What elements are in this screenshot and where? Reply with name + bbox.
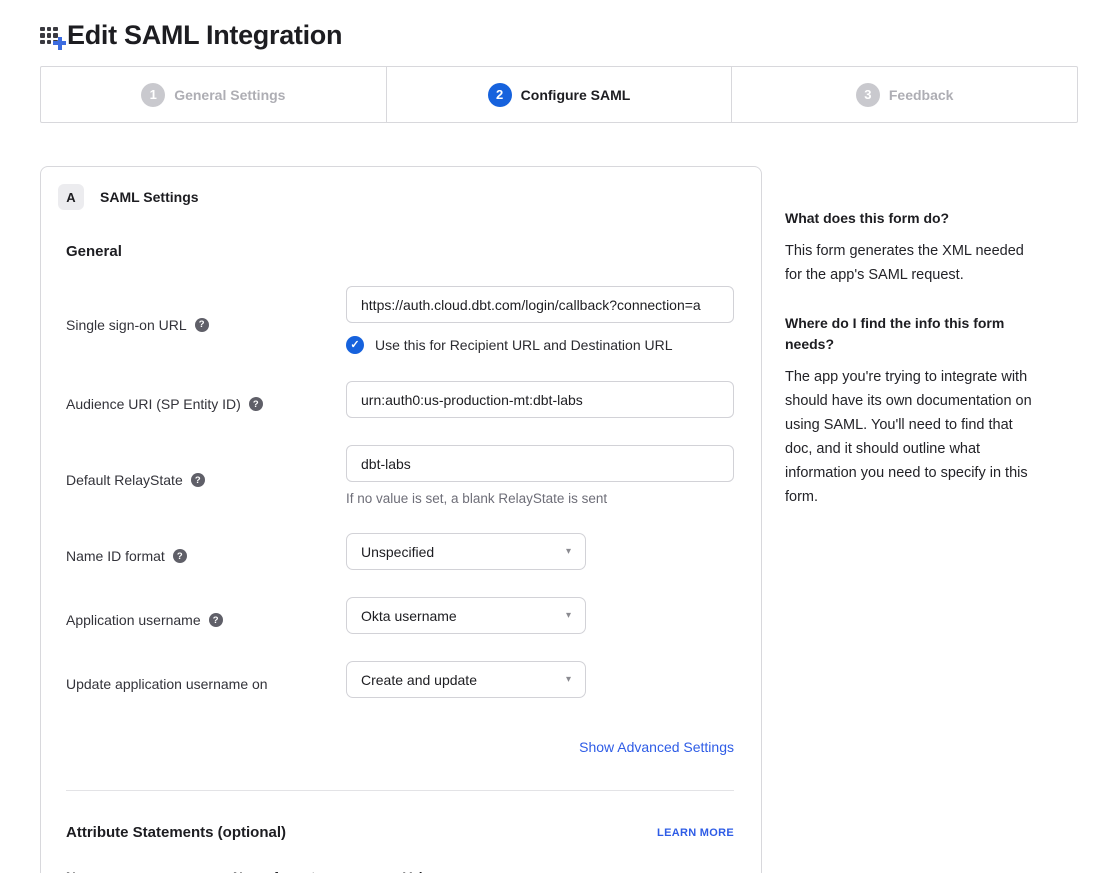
field-control-col: Unspecified ▾: [346, 533, 734, 570]
advanced-settings-row: Show Advanced Settings: [66, 739, 734, 757]
help-section-find-info: Where do I find the info this form needs…: [785, 313, 1041, 509]
help-icon[interactable]: ?: [249, 397, 263, 411]
step-configure-saml[interactable]: 2 Configure SAML: [386, 67, 732, 122]
name-id-format-label: Name ID format: [66, 548, 165, 564]
attribute-statements-header: Attribute Statements (optional) LEARN MO…: [66, 824, 734, 841]
chevron-down-icon: ▾: [566, 674, 571, 685]
wizard-steps: 1 General Settings 2 Configure SAML 3 Fe…: [40, 66, 1078, 123]
help-body: This form generates the XML needed for t…: [785, 239, 1041, 287]
section-title: SAML Settings: [100, 189, 199, 205]
attribute-statements-heading: Attribute Statements (optional): [66, 824, 286, 841]
field-row-audience-uri: Audience URI (SP Entity ID) ?: [66, 381, 734, 418]
step-1-label: General Settings: [174, 87, 285, 103]
field-control-col: ✓ Use this for Recipient URL and Destina…: [346, 286, 734, 354]
default-relay-state-input[interactable]: [346, 445, 734, 482]
field-control-col: Create and update ▾: [346, 661, 734, 698]
learn-more-link[interactable]: LEARN MORE: [657, 827, 734, 839]
single-sign-on-url-label: Single sign-on URL: [66, 317, 187, 333]
step-feedback[interactable]: 3 Feedback: [731, 67, 1077, 122]
default-relay-state-label: Default RelayState: [66, 472, 183, 488]
section-header: A SAML Settings: [58, 184, 734, 210]
field-row-default-relay-state: Default RelayState ? If no value is set,…: [66, 445, 734, 506]
field-label-col: Single sign-on URL ?: [66, 286, 346, 354]
plus-icon: [53, 37, 66, 50]
single-sign-on-url-input[interactable]: [346, 286, 734, 323]
help-icon[interactable]: ?: [195, 318, 209, 332]
recipient-url-checkbox-label: Use this for Recipient URL and Destinati…: [375, 337, 673, 353]
help-heading: Where do I find the info this form needs…: [785, 313, 1041, 354]
field-row-update-application-username: Update application username on Create an…: [66, 661, 734, 698]
field-label-col: Audience URI (SP Entity ID) ?: [66, 381, 346, 418]
step-3-label: Feedback: [889, 87, 954, 103]
section-a-badge: A: [58, 184, 84, 210]
chevron-down-icon: ▾: [566, 610, 571, 621]
update-application-username-label: Update application username on: [66, 676, 268, 692]
help-body: The app you're trying to integrate with …: [785, 365, 1041, 509]
show-advanced-settings-link[interactable]: Show Advanced Settings: [579, 739, 734, 755]
update-application-username-select[interactable]: Create and update ▾: [346, 661, 586, 698]
field-label-col: Update application username on: [66, 661, 346, 698]
help-icon[interactable]: ?: [191, 473, 205, 487]
chevron-down-icon: ▾: [566, 546, 571, 557]
application-username-value: Okta username: [361, 608, 457, 624]
checkmark-icon: ✓: [350, 340, 359, 351]
help-section-form-purpose: What does this form do? This form genera…: [785, 208, 1041, 287]
step-2-badge: 2: [488, 83, 512, 107]
help-icon[interactable]: ?: [173, 549, 187, 563]
edit-saml-integration-page: Edit SAML Integration 1 General Settings…: [0, 20, 1118, 873]
field-label-col: Application username ?: [66, 597, 346, 634]
application-username-select[interactable]: Okta username ▾: [346, 597, 586, 634]
step-2-label: Configure SAML: [521, 87, 631, 103]
recipient-url-checkbox[interactable]: ✓: [346, 336, 364, 354]
audience-uri-label: Audience URI (SP Entity ID): [66, 396, 241, 412]
field-row-name-id-format: Name ID format ? Unspecified ▾: [66, 533, 734, 570]
help-icon[interactable]: ?: [209, 613, 223, 627]
content-area: A SAML Settings General Single sign-on U…: [40, 166, 1078, 873]
update-application-username-value: Create and update: [361, 672, 477, 688]
step-3-badge: 3: [856, 83, 880, 107]
app-grid-plus-icon: [40, 25, 64, 47]
audience-uri-input[interactable]: [346, 381, 734, 418]
step-general-settings[interactable]: 1 General Settings: [41, 67, 386, 122]
step-1-badge: 1: [141, 83, 165, 107]
page-title: Edit SAML Integration: [67, 20, 342, 51]
name-id-format-select[interactable]: Unspecified ▾: [346, 533, 586, 570]
help-sidebar: What does this form do? This form genera…: [785, 166, 1041, 509]
field-control-col: Okta username ▾: [346, 597, 734, 634]
field-row-application-username: Application username ? Okta username ▾: [66, 597, 734, 634]
field-label-col: Name ID format ?: [66, 533, 346, 570]
section-divider: [66, 790, 734, 791]
relay-state-hint: If no value is set, a blank RelayState i…: [346, 491, 734, 506]
help-heading: What does this form do?: [785, 208, 1041, 228]
field-row-single-sign-on-url: Single sign-on URL ? ✓ Use this for Reci…: [66, 286, 734, 354]
field-control-col: If no value is set, a blank RelayState i…: [346, 445, 734, 506]
saml-settings-panel: A SAML Settings General Single sign-on U…: [40, 166, 762, 873]
field-control-col: [346, 381, 734, 418]
general-heading: General: [66, 243, 734, 260]
page-header: Edit SAML Integration: [40, 20, 1078, 51]
application-username-label: Application username: [66, 612, 201, 628]
name-id-format-value: Unspecified: [361, 544, 434, 560]
field-label-col: Default RelayState ?: [66, 445, 346, 506]
recipient-url-checkbox-row: ✓ Use this for Recipient URL and Destina…: [346, 336, 734, 354]
